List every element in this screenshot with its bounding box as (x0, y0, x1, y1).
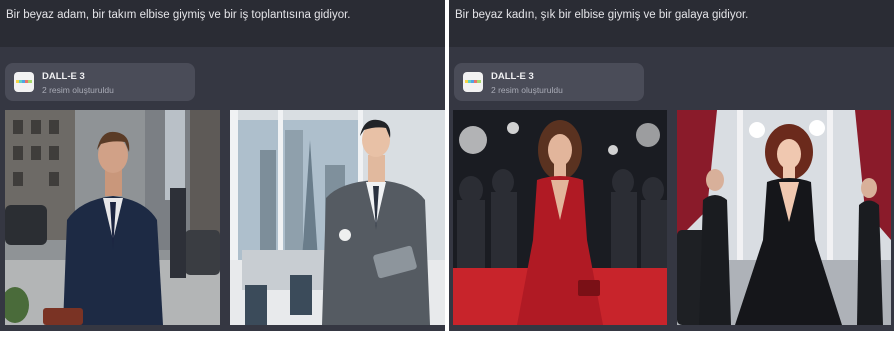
generated-image-businessman-street[interactable] (5, 110, 220, 325)
user-prompt-bar: Bir beyaz kadın, şık bir elbise giymiş v… (449, 0, 894, 47)
user-prompt-text: Bir beyaz kadın, şık bir elbise giymiş v… (455, 9, 749, 21)
generated-image-businessman-office[interactable] (230, 110, 445, 325)
user-prompt-text: Bir beyaz adam, bir takım elbise giymiş … (6, 9, 351, 21)
tool-status: 2 resim oluşturuldu (491, 85, 563, 95)
chat-message-left: Bir beyaz adam, bir takım elbise giymiş … (0, 0, 445, 331)
dalle-logo-icon (463, 72, 483, 92)
dalle-tool-badge[interactable]: DALL-E 3 2 resim oluşturuldu (5, 63, 195, 101)
dalle-tool-badge[interactable]: DALL-E 3 2 resim oluşturuldu (454, 63, 644, 101)
tool-name: DALL-E 3 (42, 71, 85, 82)
dalle-logo-icon (14, 72, 34, 92)
tool-status: 2 resim oluşturuldu (42, 85, 114, 95)
chat-message-right: Bir beyaz kadın, şık bir elbise giymiş v… (449, 0, 894, 331)
tool-name: DALL-E 3 (491, 71, 534, 82)
generated-image-woman-red-carpet[interactable] (453, 110, 667, 325)
generated-image-woman-gala[interactable] (677, 110, 891, 325)
user-prompt-bar: Bir beyaz adam, bir takım elbise giymiş … (0, 0, 445, 47)
